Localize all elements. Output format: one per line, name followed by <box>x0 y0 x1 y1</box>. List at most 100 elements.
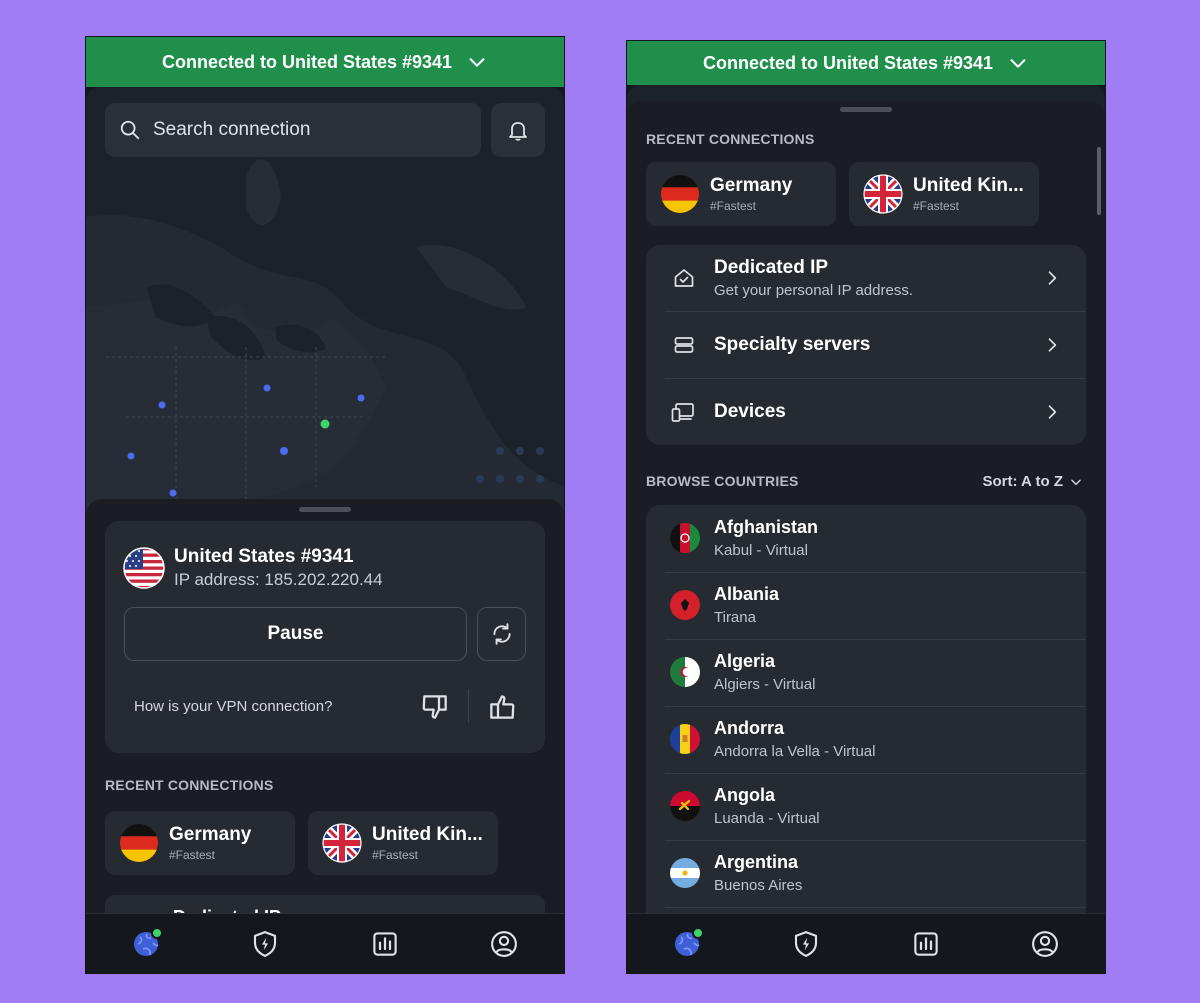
menu-title: Specialty servers <box>714 334 871 355</box>
thumbs-down-icon[interactable] <box>419 691 451 723</box>
algeria-flag-icon <box>670 657 700 687</box>
country-city: Kabul - Virtual <box>714 542 808 559</box>
recent-tag: #Fastest <box>169 848 216 862</box>
recent-tag: #Fastest <box>710 199 757 213</box>
pause-button[interactable]: Pause <box>124 607 467 661</box>
countries-list: Afghanistan Kabul - Virtual Albania Tira… <box>646 505 1086 913</box>
profile-icon <box>1032 930 1059 957</box>
afghanistan-flag-icon <box>670 523 700 553</box>
us-flag-icon <box>123 547 165 589</box>
tab-globe[interactable] <box>126 924 166 964</box>
country-name: Andorra <box>714 718 785 738</box>
recent-united-kingdom[interactable]: United Kin... #Fastest <box>849 162 1039 226</box>
recent-connections-list: Germany #Fastest United Kin... #Fastest <box>105 811 498 875</box>
country-row-afghanistan[interactable]: Afghanistan Kabul - Virtual <box>646 505 1086 572</box>
recent-name: Germany <box>169 824 252 845</box>
country-row-angola[interactable]: Angola Luanda - Virtual <box>646 773 1086 840</box>
recent-united-kingdom[interactable]: United Kin... #Fastest <box>308 811 498 875</box>
profile-icon <box>491 930 518 957</box>
recent-connections-list: Germany #Fastest United Kin... #Fastest <box>646 162 1039 226</box>
main-screen: Connected to United States #9341 Search … <box>85 36 565 974</box>
connected-dot <box>150 926 163 939</box>
chevron-down-icon <box>1071 479 1081 485</box>
search-input[interactable]: Search connection <box>105 103 481 157</box>
sheet-drag-handle[interactable] <box>840 107 892 112</box>
search-placeholder: Search connection <box>153 119 311 140</box>
country-row-albania[interactable]: Albania Tirana <box>646 572 1086 639</box>
tab-globe[interactable] <box>667 924 707 964</box>
country-name: Argentina <box>714 852 799 872</box>
recent-tag: #Fastest <box>913 199 960 213</box>
tab-profile[interactable] <box>1025 924 1065 964</box>
sort-dropdown[interactable]: Sort: A to Z <box>982 473 1083 490</box>
connection-status-text: Connected to United States #9341 <box>161 51 453 72</box>
country-city: Buenos Aires <box>714 877 803 894</box>
reconnect-button[interactable] <box>477 607 526 661</box>
connection-status-text: Connected to United States #9341 <box>702 52 994 73</box>
argentina-flag-icon <box>670 858 700 888</box>
house-check-icon <box>670 264 698 292</box>
features-menu: Dedicated IP Get your personal IP address… <box>646 245 1086 445</box>
germany-flag-icon <box>661 175 699 213</box>
menu-devices[interactable]: Devices <box>646 379 1086 445</box>
browse-countries-heading: BROWSE COUNTRIES <box>646 473 799 489</box>
expanded-bottom-sheet: RECENT CONNECTIONS Germany #Fastest Unite… <box>627 101 1105 913</box>
connection-card: United States #9341 IP address: 185.202.… <box>105 521 545 753</box>
scrollbar[interactable] <box>1097 147 1101 215</box>
uk-flag-icon <box>863 174 903 214</box>
chevron-down-icon <box>469 58 485 67</box>
connection-status-bar[interactable]: Connected to United States #9341 <box>627 41 1105 85</box>
recent-tag: #Fastest <box>372 848 419 862</box>
bottom-tab-bar <box>627 913 1105 973</box>
search-icon <box>120 120 140 140</box>
menu-dedicated-ip[interactable]: Dedicated IP Get your personal IP address… <box>646 245 1086 311</box>
country-city: Andorra la Vella - Virtual <box>714 743 876 760</box>
notifications-button[interactable] <box>491 103 545 157</box>
recent-name: United Kin... <box>372 824 483 845</box>
search-row: Search connection <box>105 103 545 157</box>
sort-label: Sort: A to Z <box>982 473 1063 490</box>
germany-flag-icon <box>120 824 158 862</box>
chevron-right-icon <box>1048 338 1057 352</box>
chevron-down-icon <box>1010 59 1026 68</box>
andorra-flag-icon <box>670 724 700 754</box>
recent-name: Germany <box>710 175 793 196</box>
chevron-right-icon <box>1048 405 1057 419</box>
angola-flag-icon <box>670 791 700 821</box>
country-row-andorra[interactable]: Andorra Andorra la Vella - Virtual <box>646 706 1086 773</box>
menu-specialty-servers[interactable]: Specialty servers <box>646 312 1086 378</box>
tab-threat-protection[interactable] <box>245 924 285 964</box>
tab-stats[interactable] <box>365 924 405 964</box>
list-divider <box>665 907 1086 908</box>
servers-icon <box>670 331 698 359</box>
stats-icon <box>914 931 938 956</box>
country-name: Algeria <box>714 651 776 671</box>
connection-status-bar[interactable]: Connected to United States #9341 <box>86 37 564 87</box>
sheet-drag-handle[interactable] <box>299 507 351 512</box>
tab-stats[interactable] <box>906 924 946 964</box>
feedback-divider <box>468 689 469 723</box>
ip-address: IP address: 185.202.220.44 <box>174 570 383 589</box>
country-row-argentina[interactable]: Argentina Buenos Aires <box>646 840 1086 907</box>
country-name: Angola <box>714 785 775 805</box>
shield-bolt-icon <box>795 930 818 957</box>
refresh-icon <box>492 623 511 645</box>
thumbs-up-icon[interactable] <box>486 691 518 723</box>
tab-threat-protection[interactable] <box>786 924 826 964</box>
tab-profile[interactable] <box>484 924 524 964</box>
stats-icon <box>373 931 397 956</box>
chevron-right-icon <box>1048 271 1057 285</box>
country-row-algeria[interactable]: Algeria Algiers - Virtual <box>646 639 1086 706</box>
uk-flag-icon <box>322 823 362 863</box>
recent-connections-heading: RECENT CONNECTIONS <box>646 131 815 147</box>
recent-germany[interactable]: Germany #Fastest <box>105 811 295 875</box>
country-name: Albania <box>714 584 780 604</box>
server-name: United States #9341 <box>174 546 354 567</box>
feedback-question: How is your VPN connection? <box>134 698 333 715</box>
shield-bolt-icon <box>254 930 277 957</box>
browse-screen: Connected to United States #9341 RECENT … <box>626 40 1106 974</box>
recent-germany[interactable]: Germany #Fastest <box>646 162 836 226</box>
country-name: Afghanistan <box>714 517 819 537</box>
menu-title: Dedicated IP <box>714 257 829 278</box>
recent-connections-heading: RECENT CONNECTIONS <box>105 777 274 793</box>
